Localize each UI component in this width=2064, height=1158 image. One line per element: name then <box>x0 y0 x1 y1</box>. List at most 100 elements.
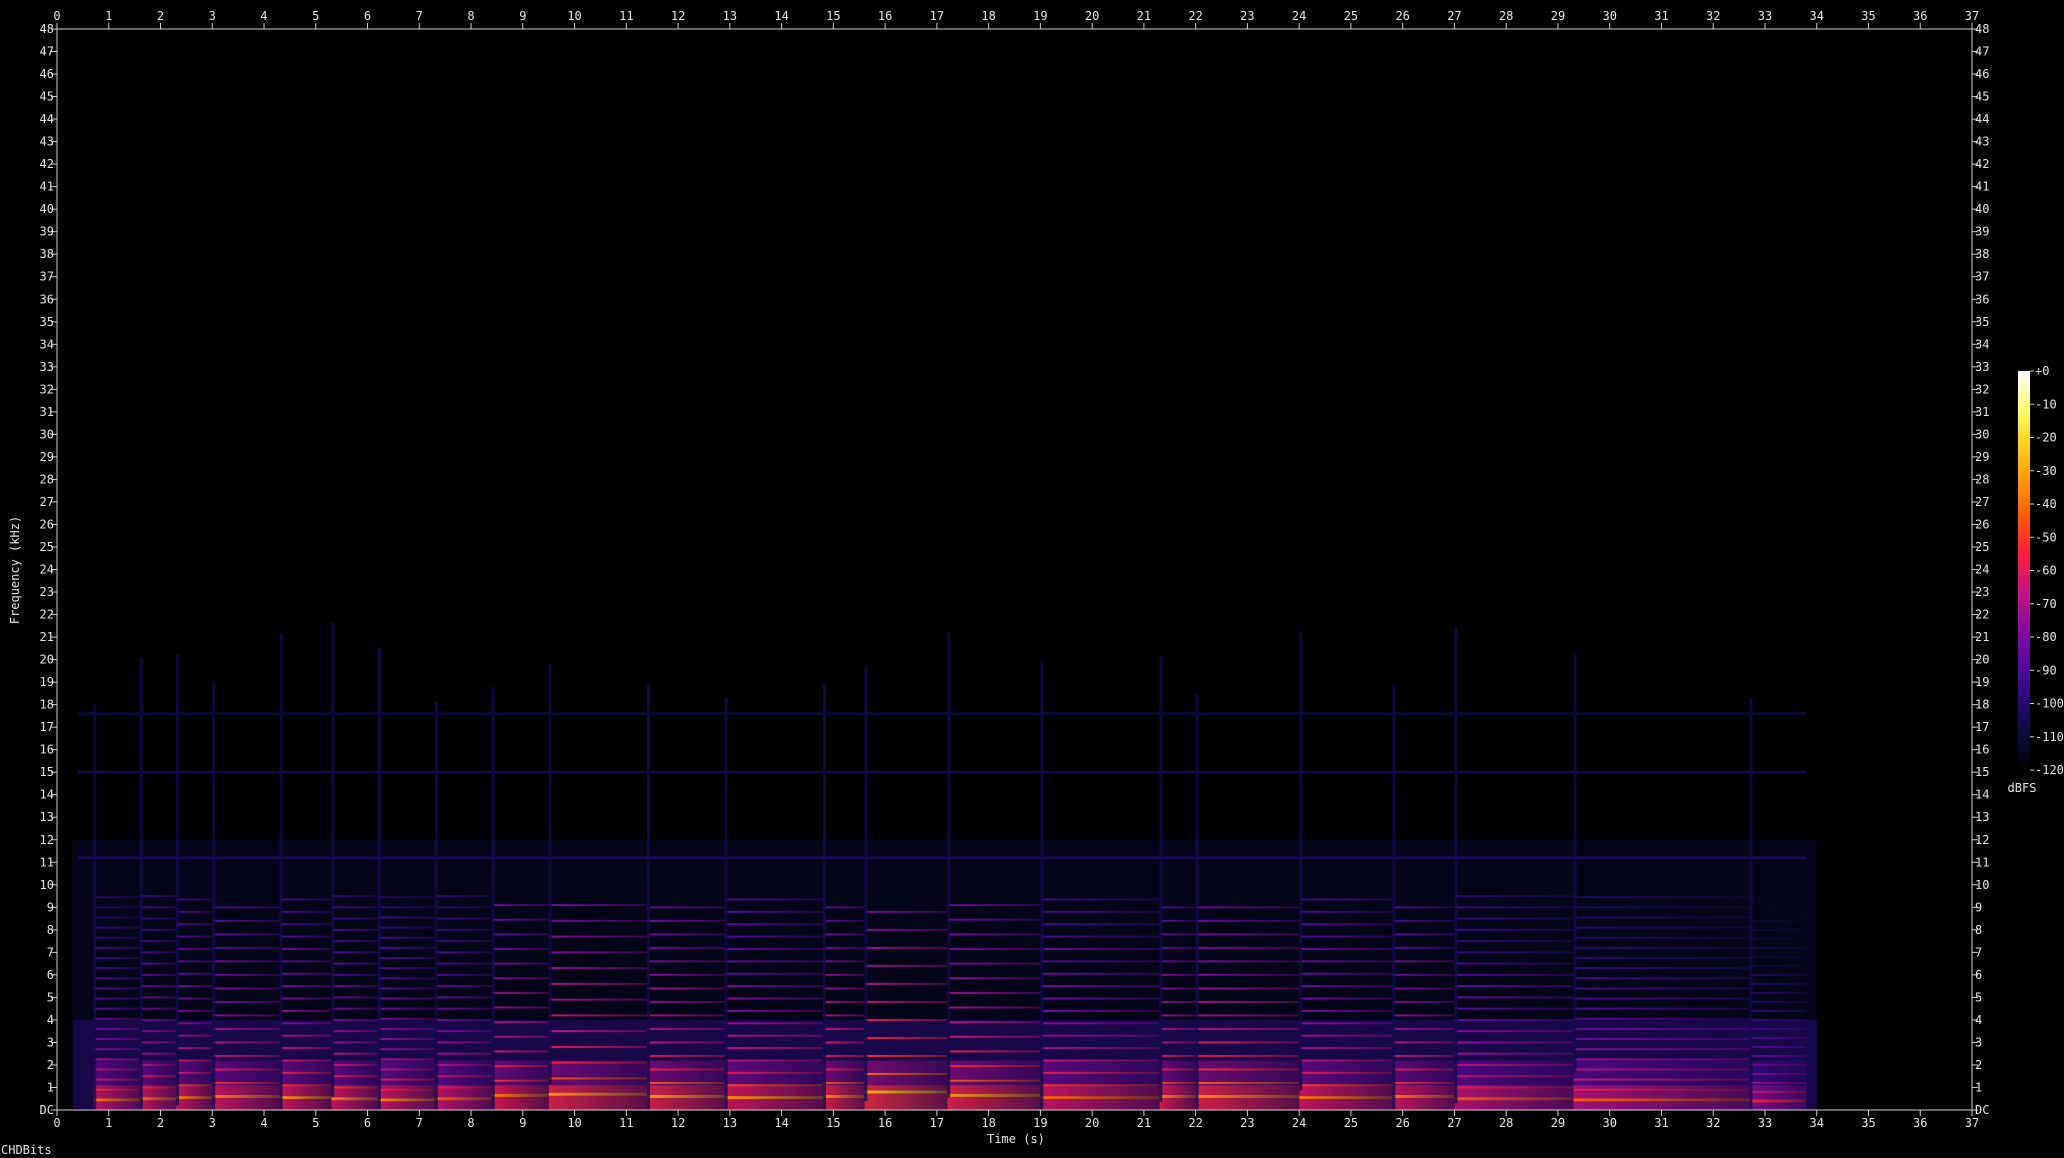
harmonic-line <box>947 947 1041 950</box>
y-tick-label-right: 33 <box>1975 360 1989 374</box>
x-tick-label-bottom: 35 <box>1861 1116 1875 1130</box>
harmonic-line <box>1195 987 1300 990</box>
colorbar-tick-label: -90 <box>2035 663 2057 677</box>
y-tick-label-left: DC <box>40 1103 54 1117</box>
harmonic-line <box>1749 937 1807 940</box>
harmonic-line <box>491 918 549 921</box>
harmonic-line <box>864 982 948 985</box>
harmonic-line <box>434 1063 492 1066</box>
y-tick-label-left: 47 <box>40 45 54 59</box>
harmonic-line <box>1454 1052 1574 1055</box>
y-tick-label-left: 13 <box>40 810 54 824</box>
y-tick-label-left: 18 <box>40 698 54 712</box>
y-tick-label-left: 12 <box>40 833 54 847</box>
y-tick-label-left: 9 <box>47 900 54 914</box>
harmonic-line <box>139 973 177 976</box>
harmonic-line <box>212 919 280 922</box>
harmonic-line <box>1299 947 1393 950</box>
harmonic-line <box>1159 906 1196 909</box>
note-energy-core <box>548 1085 648 1110</box>
y-tick-label-left: 4 <box>47 1013 54 1027</box>
x-tick-label-bottom: 10 <box>567 1116 581 1130</box>
harmonic-line <box>491 933 549 936</box>
x-axis-title: Time (s) <box>987 1132 1045 1146</box>
onset-transient <box>377 647 381 1110</box>
harmonic-line <box>823 1014 865 1017</box>
harmonic-line <box>647 1068 725 1071</box>
y-tick-label-left: 19 <box>40 675 54 689</box>
harmonic-line <box>1299 1084 1393 1087</box>
harmonic-line <box>279 1059 332 1062</box>
harmonic-line <box>1040 1084 1160 1087</box>
harmonic-line <box>1749 910 1807 913</box>
y-tick-label-right: 39 <box>1975 225 1989 239</box>
harmonic-line <box>176 947 213 950</box>
y-tick-label-right: 10 <box>1975 878 1989 892</box>
harmonic-line <box>331 906 378 909</box>
y-tick-label-right: 14 <box>1975 788 1989 802</box>
onset-transient <box>1392 684 1396 1110</box>
harmonic-line <box>724 1022 823 1025</box>
y-tick-label-right: 36 <box>1975 292 1989 306</box>
harmonic-line <box>1195 973 1300 976</box>
onset-transient <box>139 658 143 1110</box>
harmonic-line <box>139 1052 177 1055</box>
harmonic-line <box>176 972 213 975</box>
x-tick-label-top: 30 <box>1602 9 1616 23</box>
x-tick-label-bottom: 30 <box>1602 1116 1616 1130</box>
harmonic-line <box>548 982 648 985</box>
harmonic-line <box>434 1030 492 1033</box>
harmonic-line <box>947 1006 1041 1009</box>
note-event <box>491 904 549 1110</box>
y-tick-label-right: 38 <box>1975 247 1989 261</box>
y-tick-label-left: 43 <box>40 135 54 149</box>
harmonic-line <box>93 1027 140 1030</box>
x-tick-label-bottom: 1 <box>105 1116 112 1130</box>
x-tick-label-bottom: 2 <box>157 1116 164 1130</box>
harmonic-line <box>331 951 378 954</box>
onset-transient <box>434 701 438 1110</box>
harmonic-line <box>176 985 213 988</box>
harmonic-line <box>1573 1078 1750 1081</box>
y-tick-label-right: 21 <box>1975 630 1989 644</box>
onset-transient <box>724 697 728 1110</box>
x-tick-label-top: 35 <box>1861 9 1875 23</box>
harmonic-line <box>548 967 648 970</box>
harmonic-line <box>647 1000 725 1003</box>
harmonic-line <box>1454 1097 1574 1101</box>
harmonic-line <box>1195 1027 1300 1030</box>
harmonic-line <box>434 895 492 898</box>
harmonic-line <box>823 987 865 990</box>
harmonic-line <box>724 997 823 1000</box>
harmonic-line <box>377 926 435 929</box>
y-tick-label-right: 47 <box>1975 45 1989 59</box>
x-tick-label-top: 32 <box>1706 9 1720 23</box>
harmonic-line <box>823 946 865 949</box>
harmonic-line <box>1195 1000 1300 1003</box>
harmonic-line <box>93 1088 140 1091</box>
harmonic-line <box>377 1068 435 1071</box>
y-tick-label-right: 17 <box>1975 720 1989 734</box>
harmonic-line <box>1454 940 1574 943</box>
x-tick-label-bottom: 0 <box>53 1116 60 1130</box>
x-tick-label-bottom: 24 <box>1292 1116 1306 1130</box>
harmonic-line <box>139 1030 177 1033</box>
y-tick-label-right: 45 <box>1975 90 1989 104</box>
harmonic-line <box>176 1009 213 1012</box>
harmonic-line <box>1299 1009 1393 1012</box>
tone-line <box>77 712 1807 716</box>
y-tick-label-right: 12 <box>1975 833 1989 847</box>
y-tick-label-right: 19 <box>1975 675 1989 689</box>
harmonic-line <box>331 1030 378 1033</box>
harmonic-line <box>434 1097 492 1101</box>
note-energy-core <box>1749 1085 1807 1110</box>
x-tick-label-top: 24 <box>1292 9 1306 23</box>
harmonic-line <box>724 1047 823 1050</box>
x-tick-label-bottom: 20 <box>1085 1116 1099 1130</box>
harmonic-line <box>1299 997 1393 1000</box>
harmonic-line <box>1573 946 1750 949</box>
harmonic-line <box>724 972 823 975</box>
harmonic-line <box>93 956 140 959</box>
harmonic-line <box>491 1065 549 1068</box>
harmonic-line <box>1299 898 1393 901</box>
